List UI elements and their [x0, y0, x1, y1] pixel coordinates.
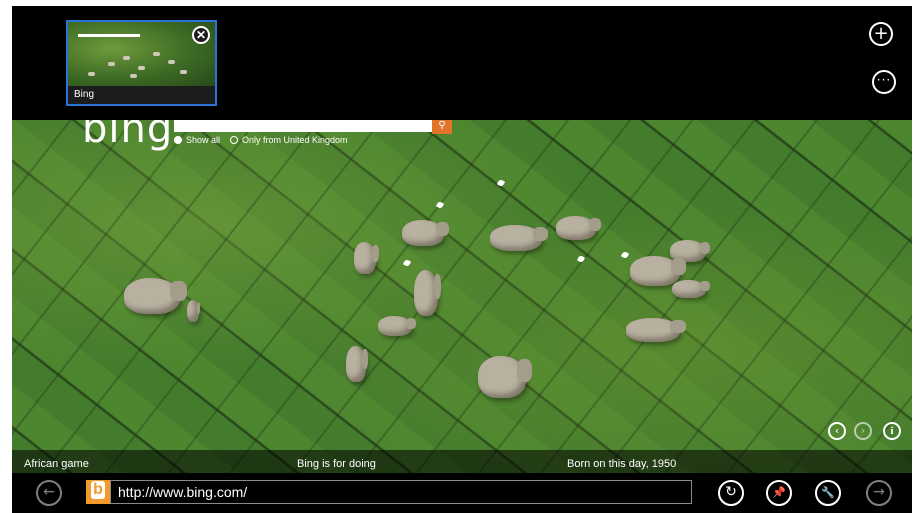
forward-arrow-icon[interactable]: →: [866, 480, 892, 506]
navigation-app-bar: ← http://www.bing.com/ ↻ 📌 🔧 →: [12, 473, 912, 513]
filter-only-uk-label: Only from United Kingdom: [242, 135, 348, 145]
tab-thumbnail-bing[interactable]: Bing ✕: [66, 20, 217, 106]
info-icon[interactable]: i: [883, 422, 901, 440]
close-tab-icon[interactable]: ✕: [192, 26, 210, 44]
bing-logo[interactable]: bing: [82, 120, 173, 152]
address-bar-input[interactable]: http://www.bing.com/: [110, 480, 692, 504]
site-favicon-icon[interactable]: [86, 480, 110, 504]
elephant: [402, 220, 450, 246]
elephant: [626, 318, 687, 342]
new-tab-button[interactable]: +: [869, 22, 893, 46]
radio-icon: [230, 136, 238, 144]
pin-icon[interactable]: 📌: [766, 480, 792, 506]
elephant: [354, 242, 379, 274]
web-page-content: bing ⚲ Show all Only from United Kingdom…: [12, 120, 912, 473]
bing-search-input[interactable]: [174, 120, 436, 132]
elephant: [124, 278, 187, 314]
elephant: [478, 356, 532, 398]
elephant: [490, 225, 549, 251]
filter-only-uk[interactable]: Only from United Kingdom: [230, 135, 348, 145]
tab-more-button[interactable]: ···: [872, 70, 896, 94]
filter-show-all[interactable]: Show all: [174, 135, 220, 145]
radio-selected-icon: [174, 136, 182, 144]
search-icon[interactable]: ⚲: [432, 120, 452, 134]
filter-show-all-label: Show all: [186, 135, 221, 145]
elephant: [556, 216, 601, 240]
elephant: [346, 346, 369, 382]
previous-image-button[interactable]: ‹: [828, 422, 846, 440]
back-arrow-icon[interactable]: ←: [36, 480, 62, 506]
homepage-caption-bar: African game Bing is for doing Born on t…: [12, 450, 912, 473]
refresh-icon[interactable]: ↻: [718, 480, 744, 506]
elephant: [378, 316, 417, 336]
elephant: [187, 300, 201, 322]
tab-switcher-bar: Bing ✕ + ···: [12, 6, 912, 120]
page-tools-icon[interactable]: 🔧: [815, 480, 841, 506]
next-image-button[interactable]: ›: [854, 422, 872, 440]
elephant: [414, 270, 441, 316]
elephant: [630, 256, 686, 286]
browser-window: Bing ✕ + ··· bing ⚲ Show all Only from U…: [12, 6, 912, 513]
tab-title: Bing: [68, 86, 215, 104]
tab-thumbnail-searchbar: [78, 34, 140, 37]
elephant: [672, 280, 711, 298]
